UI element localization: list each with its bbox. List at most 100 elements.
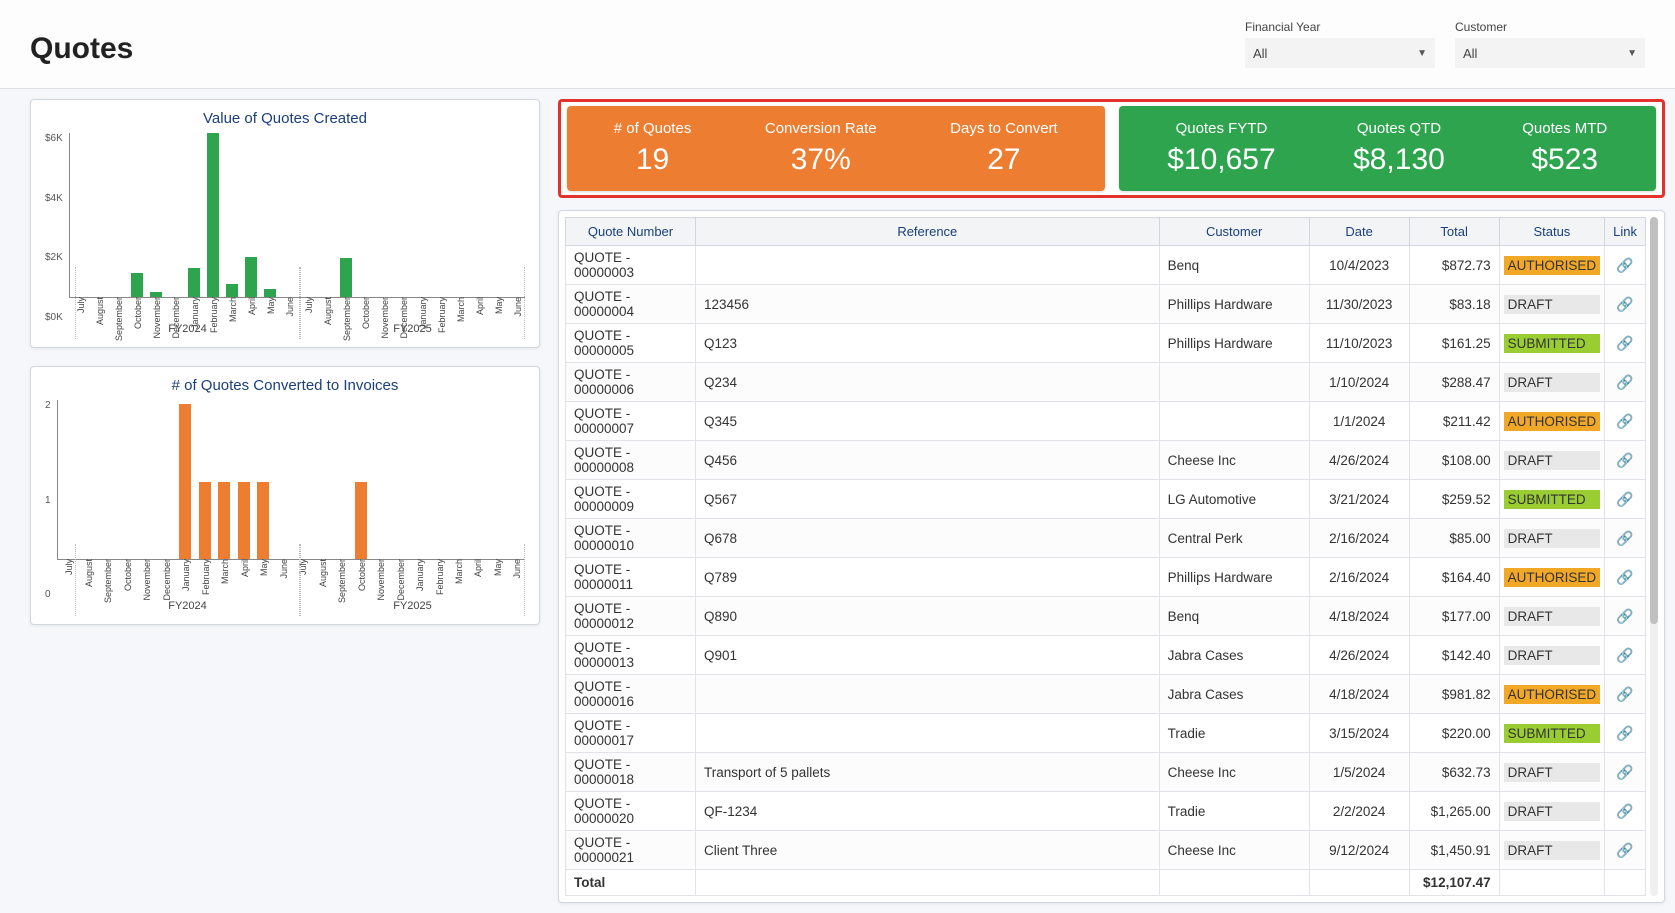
status-badge: DRAFT [1504,802,1601,821]
table-row[interactable]: QUOTE - 00000012Q890Benq4/18/2024$177.00… [566,597,1646,636]
link-icon: 🔗 [1616,608,1633,624]
table-row[interactable]: QUOTE - 00000011Q789Phillips Hardware2/1… [566,558,1646,597]
link-icon: 🔗 [1616,725,1633,741]
table-row[interactable]: QUOTE - 00000004123456Phillips Hardware1… [566,285,1646,324]
kpi-cards-highlight: # of Quotes19Conversion Rate37%Days to C… [558,99,1665,198]
quotes-table[interactable]: Quote NumberReferenceCustomerDateTotalSt… [565,217,1646,896]
cell-status: DRAFT [1499,519,1605,558]
cell-reference [696,714,1160,753]
cell-link[interactable]: 🔗 [1605,519,1646,558]
kpi-label: Quotes MTD [1522,120,1607,137]
y-tick: $2K [45,252,63,263]
bar-column: May [488,400,505,559]
cell-link[interactable]: 🔗 [1605,831,1646,870]
kpi-label: Days to Convert [950,120,1058,137]
cell-link[interactable]: 🔗 [1605,402,1646,441]
column-header[interactable]: Link [1605,218,1646,246]
bar-column: July [293,400,310,559]
chart2-group-axis: FY2024FY2025 [75,600,525,616]
chart-value-quotes-created[interactable]: Value of Quotes Created $6K$4K$2K$0K Jul… [30,99,540,348]
table-row[interactable]: QUOTE - 00000020QF-1234Tradie2/2/2024$1,… [566,792,1646,831]
link-icon: 🔗 [1616,686,1633,702]
cell-status: AUTHORISED [1499,402,1605,441]
cell-link[interactable]: 🔗 [1605,636,1646,675]
table-row[interactable]: QUOTE - 00000021Client ThreeCheese Inc9/… [566,831,1646,870]
cell-link[interactable]: 🔗 [1605,597,1646,636]
cell-quote-number: QUOTE - 00000004 [566,285,696,324]
cell-link[interactable]: 🔗 [1605,675,1646,714]
table-row[interactable]: QUOTE - 00000009Q567LG Automotive3/21/20… [566,480,1646,519]
y-tick: 2 [45,400,51,411]
column-header[interactable]: Quote Number [566,218,696,246]
table-row[interactable]: QUOTE - 00000003Benq10/4/2023$872.73AUTH… [566,246,1646,285]
table-row[interactable]: QUOTE - 00000013Q901Jabra Cases4/26/2024… [566,636,1646,675]
table-row[interactable]: QUOTE - 00000016Jabra Cases4/18/2024$981… [566,675,1646,714]
filter-fy-value: All [1253,46,1267,61]
status-badge: DRAFT [1504,763,1601,782]
filter-customer: Customer All ▼ [1455,20,1645,68]
table-row[interactable]: QUOTE - 00000007Q3451/1/2024$211.42AUTHO… [566,402,1646,441]
status-badge: DRAFT [1504,295,1601,314]
cell-status: DRAFT [1499,831,1605,870]
group-label: FY2025 [300,267,525,339]
cell-link[interactable]: 🔗 [1605,363,1646,402]
cell-customer: Phillips Hardware [1159,558,1309,597]
bar-column: May [254,400,271,559]
cell-date: 4/26/2024 [1309,636,1409,675]
cell-link[interactable]: 🔗 [1605,246,1646,285]
cell-customer: Benq [1159,246,1309,285]
bar-column: September [99,400,116,559]
bar-column: January [410,400,427,559]
link-icon: 🔗 [1616,569,1633,585]
cell-reference: Q123 [696,324,1160,363]
column-header[interactable]: Reference [696,218,1160,246]
cell-link[interactable]: 🔗 [1605,285,1646,324]
cell-quote-number: QUOTE - 00000011 [566,558,696,597]
bar-column: March [449,400,466,559]
kpi-card-green[interactable]: Quotes FYTD$10,657Quotes QTD$8,130Quotes… [1119,106,1657,191]
cell-link[interactable]: 🔗 [1605,714,1646,753]
cell-date: 1/10/2024 [1309,363,1409,402]
chart-quotes-converted[interactable]: # of Quotes Converted to Invoices 210 Ju… [30,366,540,625]
kpi-card-orange[interactable]: # of Quotes19Conversion Rate37%Days to C… [567,106,1105,191]
group-label: FY2024 [75,267,300,339]
cell-quote-number: QUOTE - 00000021 [566,831,696,870]
cell-link[interactable]: 🔗 [1605,753,1646,792]
filter-fy-dropdown[interactable]: All ▼ [1245,38,1435,68]
cell-total: $981.82 [1409,675,1499,714]
bar-column: June [508,400,525,559]
table-row[interactable]: QUOTE - 00000006Q2341/10/2024$288.47DRAF… [566,363,1646,402]
column-header[interactable]: Status [1499,218,1605,246]
column-header[interactable]: Customer [1159,218,1309,246]
y-tick: 1 [45,495,51,506]
cell-link[interactable]: 🔗 [1605,480,1646,519]
chart1-title: Value of Quotes Created [45,110,525,127]
table-row[interactable]: QUOTE - 00000018Transport of 5 palletsCh… [566,753,1646,792]
cell-link[interactable]: 🔗 [1605,792,1646,831]
cell-quote-number: QUOTE - 00000010 [566,519,696,558]
cell-date: 1/5/2024 [1309,753,1409,792]
status-badge: DRAFT [1504,841,1601,860]
column-header[interactable]: Total [1409,218,1499,246]
cell-link[interactable]: 🔗 [1605,324,1646,363]
cell-quote-number: QUOTE - 00000007 [566,402,696,441]
link-icon: 🔗 [1616,491,1633,507]
table-scrollbar[interactable] [1650,217,1658,896]
cell-total: $259.52 [1409,480,1499,519]
bar[interactable] [179,404,191,559]
table-row[interactable]: QUOTE - 00000005Q123Phillips Hardware11/… [566,324,1646,363]
chevron-down-icon: ▼ [1417,48,1427,59]
filter-customer-dropdown[interactable]: All ▼ [1455,38,1645,68]
link-icon: 🔗 [1616,413,1633,429]
cell-total: $161.25 [1409,324,1499,363]
chart2-plot: JulyAugustSeptemberOctoberNovemberDecemb… [57,400,525,560]
cell-date: 2/16/2024 [1309,558,1409,597]
table-row[interactable]: QUOTE - 00000010Q678Central Perk2/16/202… [566,519,1646,558]
cell-reference: Q234 [696,363,1160,402]
cell-link[interactable]: 🔗 [1605,558,1646,597]
table-row[interactable]: QUOTE - 00000008Q456Cheese Inc4/26/2024$… [566,441,1646,480]
table-row[interactable]: QUOTE - 00000017Tradie3/15/2024$220.00SU… [566,714,1646,753]
cell-link[interactable]: 🔗 [1605,441,1646,480]
cell-status: DRAFT [1499,441,1605,480]
column-header[interactable]: Date [1309,218,1409,246]
